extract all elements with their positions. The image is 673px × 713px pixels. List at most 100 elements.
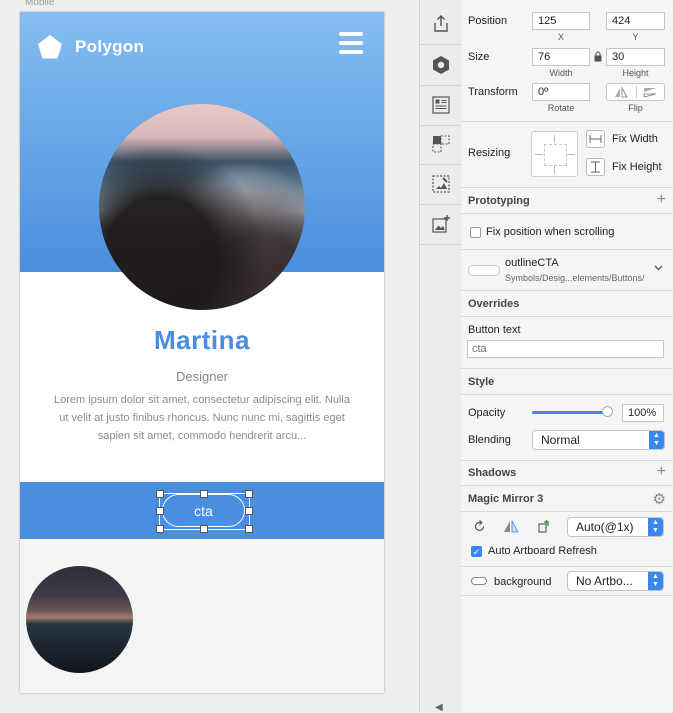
scale-value: Auto(@1x) [576, 520, 634, 534]
symbol-path: Symbols/Desig...elements/Buttons/ [505, 273, 645, 283]
magic-mirror-title: Magic Mirror 3 [468, 493, 544, 505]
inspector-panel: Position 125 424 X Y Size 76 30 Width He… [461, 0, 673, 712]
layer-name-label: background [494, 576, 552, 588]
fix-height-icon[interactable] [586, 158, 605, 176]
profile-role[interactable]: Designer [20, 369, 384, 384]
add-shadow-icon[interactable]: + [657, 464, 666, 480]
shadows-title: Shadows [468, 467, 517, 479]
sunset-photo-circle[interactable] [26, 566, 133, 673]
layout-button[interactable] [420, 85, 461, 126]
edit-image-icon [431, 175, 450, 193]
cta-bar[interactable]: cta [20, 482, 384, 539]
edit-image-button[interactable] [420, 164, 461, 205]
mask-button[interactable] [420, 124, 461, 165]
symbol-name[interactable]: outlineCTA [505, 257, 559, 269]
transform-label: Transform [468, 86, 518, 98]
opacity-slider[interactable] [532, 406, 613, 417]
x-label: X [557, 32, 564, 42]
artboard-select[interactable]: No Artbo... ▲ ▼ [567, 571, 664, 591]
symbol-icon [432, 56, 449, 74]
flip-label: Flip [628, 103, 643, 113]
rotate-input[interactable]: 0º [532, 83, 590, 101]
position-x-input[interactable]: 125 [532, 12, 590, 30]
canvas: Mobile Polygon Martina Designer Lorem ip… [0, 0, 419, 712]
mirror-icon[interactable] [503, 520, 519, 533]
fix-width-label[interactable]: Fix Width [612, 133, 658, 145]
divider [461, 511, 673, 512]
chevron-down-icon[interactable] [654, 265, 663, 271]
profile-name[interactable]: Martina [20, 325, 384, 356]
divider [461, 595, 673, 596]
resize-handle-mr[interactable] [245, 507, 253, 515]
symbol-button[interactable] [420, 45, 461, 86]
divider [461, 213, 673, 214]
divider [461, 368, 673, 369]
cta-button[interactable]: cta [162, 494, 245, 527]
resize-handle-tr[interactable] [245, 490, 253, 498]
pentagon-logo-icon [38, 35, 62, 59]
resizing-label: Resizing [468, 147, 511, 159]
style-title: Style [468, 376, 495, 388]
collapse-icon[interactable]: ◀ [435, 702, 443, 713]
artboard-mobile[interactable]: Polygon Martina Designer Lorem ipsum dol… [20, 12, 384, 693]
scale-select[interactable]: Auto(@1x) ▲ ▼ [567, 517, 664, 537]
refresh-icon[interactable] [473, 520, 486, 533]
divider [461, 316, 673, 317]
add-prototyping-icon[interactable]: + [657, 192, 666, 208]
width-input[interactable]: 76 [532, 48, 590, 66]
profile-bio[interactable]: Lorem ipsum dolor sit amet, consectetur … [50, 391, 354, 445]
divider [461, 485, 673, 486]
resize-handle-tm[interactable] [200, 490, 208, 498]
insert-image-button[interactable] [420, 204, 461, 245]
artboard-label[interactable]: Mobile [25, 0, 54, 8]
select-arrows-icon: ▲ ▼ [649, 431, 664, 449]
rotate-artboard-icon[interactable] [537, 518, 552, 533]
symbol-thumbnail [468, 265, 500, 276]
fix-position-checkbox[interactable] [470, 227, 481, 238]
gear-icon[interactable]: ⚙ [653, 490, 666, 508]
profile-avatar-image[interactable] [99, 104, 305, 310]
divider [461, 460, 673, 461]
auto-refresh-label[interactable]: Auto Artboard Refresh [488, 545, 597, 557]
fix-height-label[interactable]: Fix Height [612, 161, 662, 173]
button-text-label: Button text [468, 324, 521, 336]
position-y-input[interactable]: 424 [606, 12, 665, 30]
blending-value: Normal [541, 433, 580, 447]
brand-name[interactable]: Polygon [75, 37, 144, 57]
flip-vertical-icon[interactable] [643, 87, 657, 98]
hamburger-menu-icon[interactable] [339, 32, 363, 58]
fix-position-label[interactable]: Fix position when scrolling [486, 226, 614, 238]
resize-handle-ml[interactable] [156, 507, 164, 515]
artboard-value: No Artbo... [576, 574, 633, 588]
layer-shape-icon [471, 577, 487, 585]
insert-image-icon [431, 215, 450, 233]
fix-width-icon[interactable] [586, 130, 605, 148]
resize-handle-tl[interactable] [156, 490, 164, 498]
lock-icon[interactable] [594, 51, 602, 62]
select-arrows-icon: ▲ ▼ [648, 572, 663, 590]
resize-handle-bl[interactable] [156, 525, 164, 533]
height-label: Height [622, 68, 649, 78]
resize-handle-br[interactable] [245, 525, 253, 533]
auto-refresh-checkbox[interactable]: ✓ [471, 546, 482, 557]
flip-horizontal-icon[interactable] [614, 87, 628, 98]
opacity-slider-knob[interactable] [602, 406, 613, 417]
divider [461, 290, 673, 291]
opacity-slider-fill [532, 411, 608, 414]
prototyping-title: Prototyping [468, 195, 530, 207]
export-icon [433, 15, 448, 32]
resize-handle-bm[interactable] [200, 525, 208, 533]
inspector-toolbar: ◀ [419, 0, 462, 713]
y-label: Y [632, 32, 639, 42]
height-input[interactable]: 30 [606, 48, 665, 66]
resizing-widget[interactable] [531, 131, 578, 177]
layout-icon [431, 96, 450, 114]
mask-icon [432, 135, 449, 153]
button-text-input[interactable] [467, 340, 664, 358]
blending-select[interactable]: Normal ▲ ▼ [532, 430, 665, 450]
export-button[interactable] [420, 4, 461, 45]
width-label: Width [549, 68, 573, 78]
divider [461, 249, 673, 250]
opacity-input[interactable]: 100% [622, 404, 664, 422]
size-label: Size [468, 51, 490, 63]
